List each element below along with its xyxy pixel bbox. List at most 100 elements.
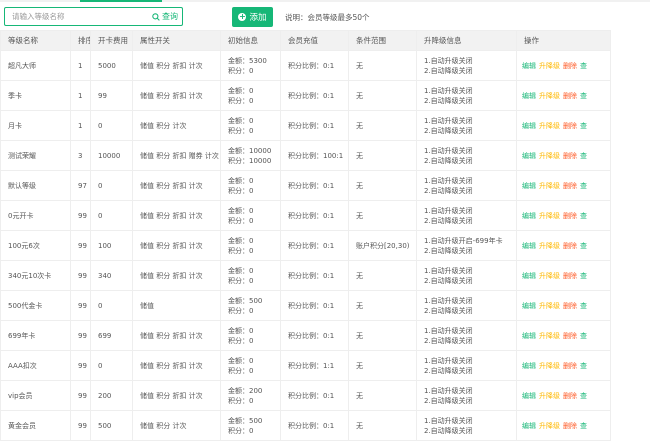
initial-points: 积分：0 xyxy=(228,276,280,286)
view-link[interactable]: 查 xyxy=(580,301,587,311)
delete-link[interactable]: 删除 xyxy=(563,211,577,221)
delete-link[interactable]: 删除 xyxy=(563,121,577,131)
sort-cell: 99 xyxy=(71,291,91,321)
delete-link[interactable]: 删除 xyxy=(563,181,577,191)
delete-link[interactable]: 删除 xyxy=(563,61,577,71)
view-link[interactable]: 查 xyxy=(580,391,587,401)
edit-link[interactable]: 编辑 xyxy=(522,241,536,251)
view-link[interactable]: 查 xyxy=(580,91,587,101)
edit-link[interactable]: 编辑 xyxy=(522,61,536,71)
level-name-cell: 黄金会员 xyxy=(1,411,71,441)
level-change-link[interactable]: 升降级 xyxy=(539,151,560,161)
search-button-label: 查询 xyxy=(162,11,178,22)
level-change-cell: 1.自动升级关闭2.自动降级关闭 xyxy=(417,291,517,321)
downgrade-info: 2.自动降级关闭 xyxy=(424,336,516,346)
delete-link[interactable]: 删除 xyxy=(563,421,577,431)
view-link[interactable]: 查 xyxy=(580,271,587,281)
column-header: 操作 xyxy=(517,31,611,51)
downgrade-info: 2.自动降级关闭 xyxy=(424,186,516,196)
level-change-cell: 1.自动升级关闭2.自动降级关闭 xyxy=(417,261,517,291)
card-fee-cell: 500 xyxy=(91,411,133,441)
column-header: 开卡费用 xyxy=(91,31,133,51)
view-link[interactable]: 查 xyxy=(580,331,587,341)
level-change-link[interactable]: 升降级 xyxy=(539,271,560,281)
card-fee-cell: 0 xyxy=(91,201,133,231)
level-change-link[interactable]: 升降级 xyxy=(539,421,560,431)
delete-link[interactable]: 删除 xyxy=(563,361,577,371)
initial-amount: 金额：0 xyxy=(228,266,280,276)
condition-range-cell: 无 xyxy=(349,171,417,201)
level-name-cell: 699年卡 xyxy=(1,321,71,351)
upgrade-info: 1.自动升级关闭 xyxy=(424,116,516,126)
recharge-cell: 积分比例：100:1 xyxy=(281,141,349,171)
delete-link[interactable]: 删除 xyxy=(563,391,577,401)
level-change-link[interactable]: 升降级 xyxy=(539,391,560,401)
view-link[interactable]: 查 xyxy=(580,121,587,131)
active-tab-indicator xyxy=(80,0,162,2)
downgrade-info: 2.自动降级关闭 xyxy=(424,306,516,316)
level-change-link[interactable]: 升降级 xyxy=(539,211,560,221)
edit-link[interactable]: 编辑 xyxy=(522,391,536,401)
view-link[interactable]: 查 xyxy=(580,211,587,221)
sort-cell: 99 xyxy=(71,201,91,231)
initial-info-cell: 金额：0积分：0 xyxy=(221,201,281,231)
table-row: AAA扣次990储值 积分 折扣 计次金额：0积分：0积分比例：1:1无1.自动… xyxy=(1,351,650,381)
attributes-cell: 储值 积分 折扣 计次 xyxy=(133,201,221,231)
level-change-link[interactable]: 升降级 xyxy=(539,361,560,371)
edit-link[interactable]: 编辑 xyxy=(522,331,536,341)
card-fee-cell: 0 xyxy=(91,291,133,321)
delete-link[interactable]: 删除 xyxy=(563,151,577,161)
initial-info-cell: 金额：0积分：0 xyxy=(221,321,281,351)
add-level-button[interactable]: + 添加 xyxy=(232,7,273,27)
edit-link[interactable]: 编辑 xyxy=(522,181,536,191)
view-link[interactable]: 查 xyxy=(580,421,587,431)
view-link[interactable]: 查 xyxy=(580,361,587,371)
edit-link[interactable]: 编辑 xyxy=(522,151,536,161)
level-change-link[interactable]: 升降级 xyxy=(539,181,560,191)
level-change-link[interactable]: 升降级 xyxy=(539,61,560,71)
card-fee-cell: 200 xyxy=(91,381,133,411)
edit-link[interactable]: 编辑 xyxy=(522,91,536,101)
delete-link[interactable]: 删除 xyxy=(563,241,577,251)
card-fee-cell: 99 xyxy=(91,81,133,111)
level-change-link[interactable]: 升降级 xyxy=(539,301,560,311)
edit-link[interactable]: 编辑 xyxy=(522,121,536,131)
initial-info-cell: 金额：200积分：0 xyxy=(221,381,281,411)
edit-link[interactable]: 编辑 xyxy=(522,271,536,281)
initial-info-cell: 金额：5300积分：0 xyxy=(221,51,281,81)
level-name-cell: 340元10次卡 xyxy=(1,261,71,291)
recharge-cell: 积分比例：0:1 xyxy=(281,81,349,111)
search-button[interactable]: 查询 xyxy=(152,9,178,24)
delete-link[interactable]: 删除 xyxy=(563,271,577,281)
search-input[interactable] xyxy=(5,9,142,25)
view-link[interactable]: 查 xyxy=(580,61,587,71)
level-change-link[interactable]: 升降级 xyxy=(539,91,560,101)
member-level-table: 等级名称 排序 开卡费用 属性开关 初始信息 会员充值 条件范围 升降级信息 操… xyxy=(0,30,650,441)
level-change-link[interactable]: 升降级 xyxy=(539,241,560,251)
operations-cell: 编辑升降级删除查 xyxy=(517,111,611,141)
level-name-cell: 0元开卡 xyxy=(1,201,71,231)
delete-link[interactable]: 删除 xyxy=(563,331,577,341)
recharge-cell: 积分比例：0:1 xyxy=(281,51,349,81)
sort-cell: 3 xyxy=(71,141,91,171)
delete-link[interactable]: 删除 xyxy=(563,91,577,101)
table-row: 测试荣耀310000储值 积分 折扣 赠券 计次金额：10000积分：10000… xyxy=(1,141,650,171)
initial-points: 积分：0 xyxy=(228,366,280,376)
table-row: 超凡大师15000储值 积分 折扣 计次金额：5300积分：0积分比例：0:1无… xyxy=(1,51,650,81)
edit-link[interactable]: 编辑 xyxy=(522,421,536,431)
delete-link[interactable]: 删除 xyxy=(563,301,577,311)
level-change-link[interactable]: 升降级 xyxy=(539,121,560,131)
level-name-cell: AAA扣次 xyxy=(1,351,71,381)
table-row: 0元开卡990储值 积分 折扣 计次金额：0积分：0积分比例：0:1无1.自动升… xyxy=(1,201,650,231)
view-link[interactable]: 查 xyxy=(580,181,587,191)
edit-link[interactable]: 编辑 xyxy=(522,301,536,311)
edit-link[interactable]: 编辑 xyxy=(522,211,536,221)
level-change-cell: 1.自动升级关闭2.自动降级关闭 xyxy=(417,171,517,201)
view-link[interactable]: 查 xyxy=(580,151,587,161)
downgrade-info: 2.自动降级关闭 xyxy=(424,246,516,256)
sort-cell: 99 xyxy=(71,231,91,261)
level-change-link[interactable]: 升降级 xyxy=(539,331,560,341)
edit-link[interactable]: 编辑 xyxy=(522,361,536,371)
view-link[interactable]: 查 xyxy=(580,241,587,251)
level-change-cell: 1.自动升级关闭2.自动降级关闭 xyxy=(417,201,517,231)
